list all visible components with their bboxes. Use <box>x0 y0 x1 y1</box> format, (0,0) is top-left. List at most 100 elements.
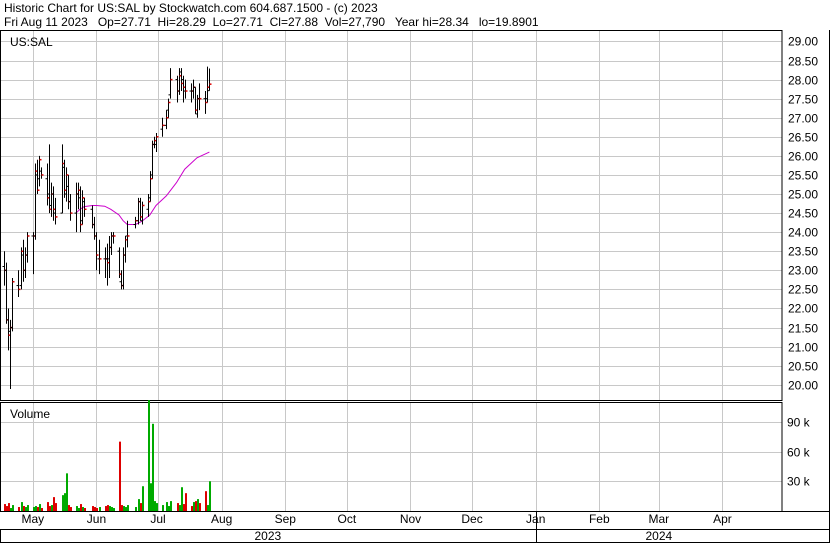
volume-bar <box>33 507 35 511</box>
volume-bar <box>179 505 181 511</box>
volume-bar <box>21 502 23 511</box>
volume-bar <box>12 505 14 511</box>
ohlc-bar <box>123 235 128 263</box>
price-tick-label: 25.00 <box>788 188 818 202</box>
month-tick-label: Oct <box>338 512 357 526</box>
ohlc-bar <box>74 182 79 233</box>
volume-bar <box>35 506 37 511</box>
month-tick-label: Mar <box>649 512 670 526</box>
volume-panel-title: Volume <box>10 407 50 421</box>
volume-bar <box>152 423 154 511</box>
volume-bar <box>209 481 211 511</box>
ohlc-bar <box>47 144 52 214</box>
volume-bar <box>109 506 111 511</box>
price-tick-label: 22.00 <box>788 302 818 316</box>
ohlc-bar <box>203 91 208 114</box>
volume-bar <box>55 503 57 511</box>
ohlc-bar <box>166 98 171 118</box>
month-tick-label: Dec <box>461 512 482 526</box>
price-tick-label: 21.00 <box>788 341 818 355</box>
volume-bar <box>183 504 185 511</box>
volume-bar <box>154 501 156 511</box>
volume-bar <box>185 493 187 511</box>
volume-bar <box>84 508 86 511</box>
volume-bar <box>123 506 125 511</box>
ohlc-bar <box>111 232 116 244</box>
price-tick-label: 27.00 <box>788 112 818 126</box>
ohlc-bar <box>35 159 40 195</box>
ohlc-bar <box>76 182 81 210</box>
volume-bar <box>111 507 113 511</box>
volume-bar <box>162 505 164 511</box>
ohlc-bar <box>181 75 186 103</box>
ohlc-bar <box>168 68 173 99</box>
ohlc-bar <box>4 262 9 324</box>
ohlc-bar <box>66 174 71 210</box>
ohlc-bar <box>160 117 165 137</box>
volume-bar <box>193 502 195 511</box>
price-tick-label: 28.00 <box>788 74 818 88</box>
year-label: 2024 <box>645 529 672 543</box>
ohlc-bar <box>152 136 157 149</box>
volume-bar <box>68 505 70 511</box>
price-panel-frame <box>0 30 783 401</box>
year-axis-frame <box>0 529 830 543</box>
price-tick-label: 24.50 <box>788 207 818 221</box>
volume-bar <box>41 508 43 511</box>
volume-bar <box>107 505 109 511</box>
volume-bar <box>119 441 121 511</box>
volume-bar <box>170 501 172 511</box>
month-tick-label: Sep <box>275 512 297 526</box>
price-tick-label: 29.00 <box>788 35 818 49</box>
ohlc-bar <box>16 270 21 298</box>
ohlc-bar <box>105 243 110 286</box>
ohlc-bar <box>138 197 143 221</box>
volume-bar <box>64 493 66 511</box>
price-tick-label: 28.50 <box>788 55 818 69</box>
ohlc-bar <box>45 163 50 206</box>
ohlc-bar <box>64 167 69 202</box>
month-tick-label: Feb <box>589 512 610 526</box>
volume-bar <box>177 503 179 511</box>
month-tick-label: Jan <box>526 512 545 526</box>
ohlc-bar <box>51 186 56 221</box>
volume-bar <box>51 505 53 511</box>
volume-bar <box>113 508 115 511</box>
volume-bar <box>99 507 101 511</box>
ohlc-bar <box>21 239 26 282</box>
volume-bar <box>4 504 6 511</box>
volume-bar <box>78 508 80 511</box>
ohlc-bar <box>19 247 24 290</box>
ohlc-bar <box>68 194 73 221</box>
ohlc-bar <box>175 75 180 103</box>
volume-bar <box>23 506 25 511</box>
ohlc-bar <box>97 239 102 275</box>
volume-bar <box>166 502 168 511</box>
price-tick-label: 23.00 <box>788 264 818 278</box>
ohlc-bar <box>193 86 198 114</box>
volume-bar <box>181 487 183 511</box>
month-tick-label: Jul <box>150 512 165 526</box>
volume-bar <box>70 507 72 511</box>
volume-tick-label: 90 k <box>787 416 811 430</box>
ohlc-bar <box>150 140 155 179</box>
chart-svg: May Jun Jul Aug Sep Oct Nov Dec Jan Feb Mar Apr 29.0… <box>0 30 830 543</box>
ohlc-bar <box>133 216 138 229</box>
volume-bar <box>25 507 27 511</box>
volume-bar <box>207 505 209 511</box>
volume-bar <box>138 499 140 511</box>
volume-tick-label: 60 k <box>787 446 811 460</box>
volume-bar <box>135 507 137 511</box>
panel-frames <box>0 30 830 543</box>
ohlc-bar <box>197 83 202 111</box>
year-label: 2023 <box>254 529 281 543</box>
volume-bar <box>199 503 201 511</box>
price-tick-label: 21.50 <box>788 322 818 336</box>
volume-bar <box>127 505 129 511</box>
month-tick-label: Apr <box>713 512 732 526</box>
month-tick-label: Aug <box>211 512 232 526</box>
volume-bar <box>49 506 51 511</box>
volume-bar <box>195 501 197 511</box>
volume-bar <box>150 483 152 511</box>
price-tick-label: 26.50 <box>788 131 818 145</box>
